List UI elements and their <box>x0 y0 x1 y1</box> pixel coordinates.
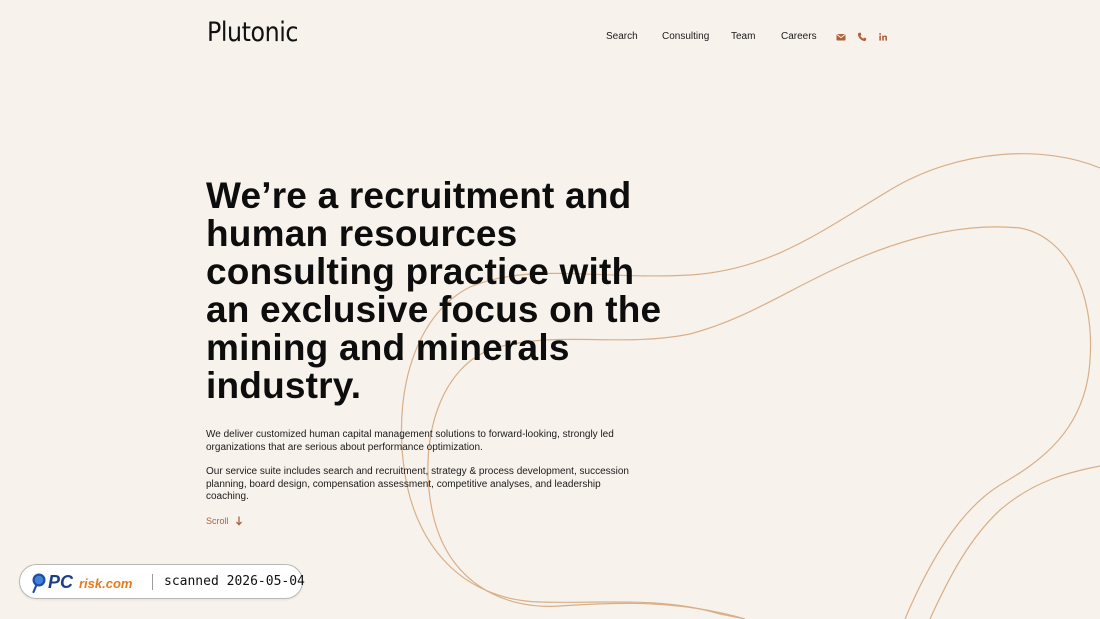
scroll-label: Scroll <box>206 516 229 526</box>
nav-link-consulting[interactable]: Consulting <box>662 30 709 44</box>
watermark-divider <box>152 574 153 590</box>
scroll-button[interactable]: Scroll <box>206 515 243 527</box>
nav-link-search[interactable]: Search <box>606 30 638 44</box>
intro-paragraph: We deliver customized human capital mana… <box>206 429 614 453</box>
arrow-down-icon <box>235 516 242 526</box>
scan-watermark-badge: PC risk.com scanned 2026-05-04 <box>19 564 305 599</box>
services-paragraph: Our service suite includes search and re… <box>206 466 629 502</box>
contour-line-right <box>904 227 1092 619</box>
svg-text:risk.com: risk.com <box>79 576 133 591</box>
scan-date-text: scanned 2026-05-04 <box>164 574 305 589</box>
contour-line-corner <box>929 465 1100 619</box>
hero-heading: We’re a recruitment and human resources … <box>206 175 662 406</box>
phone-icon[interactable] <box>856 30 868 42</box>
svg-text:PC: PC <box>48 572 74 592</box>
site-logo[interactable]: Plutonic <box>207 17 298 48</box>
envelope-icon[interactable] <box>835 30 847 42</box>
nav-link-team[interactable]: Team <box>731 30 755 44</box>
site-header: Plutonic Search Consulting Team Careers <box>0 0 1100 72</box>
linkedin-icon[interactable] <box>877 30 889 42</box>
pcrisk-logo: PC risk.com <box>32 572 133 594</box>
nav-link-careers[interactable]: Careers <box>781 30 817 44</box>
